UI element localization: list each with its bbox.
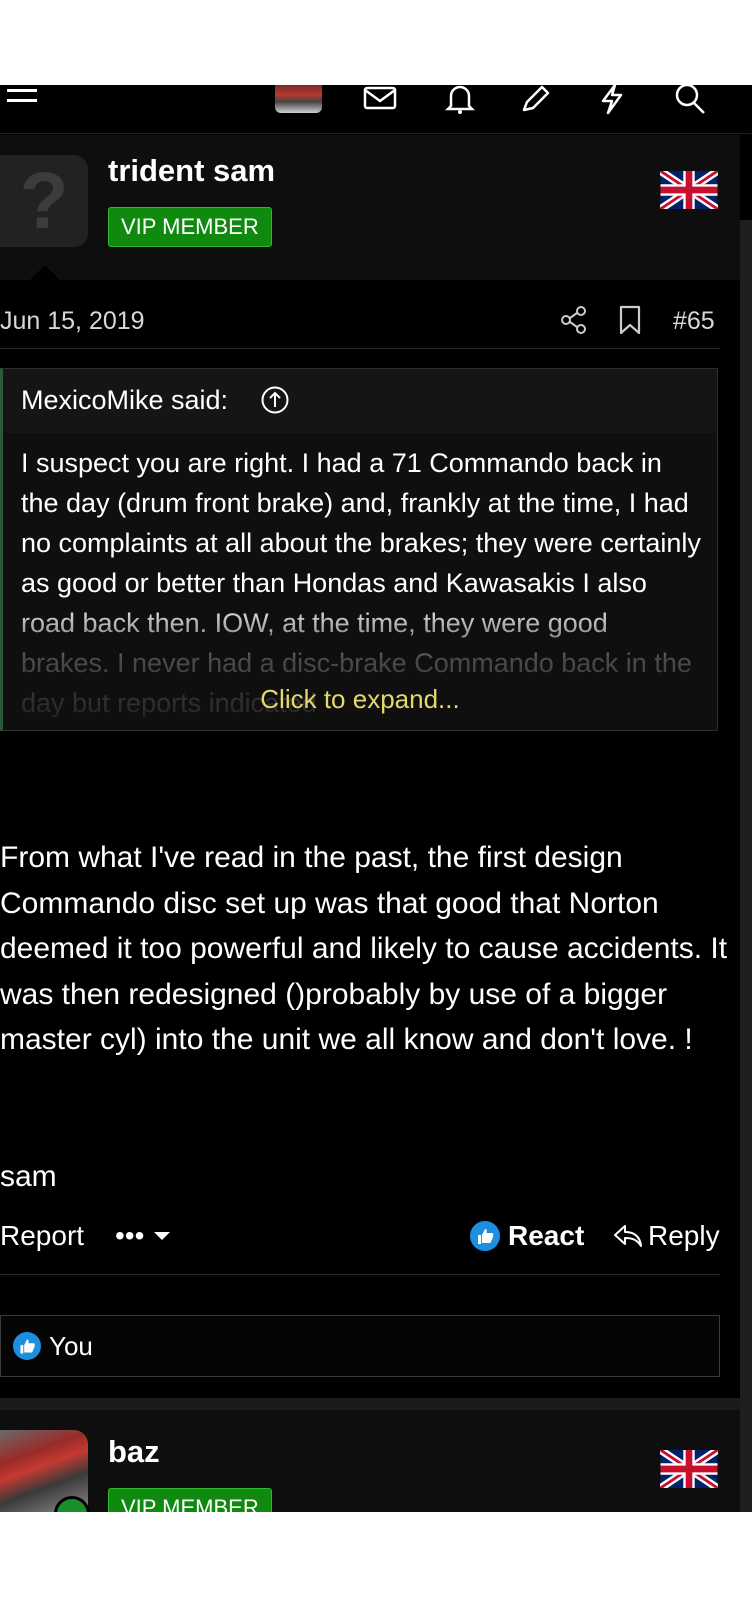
post-header: ? trident sam VIP MEMBER [0,135,740,280]
thumbs-up-icon [13,1332,41,1360]
reactions-bar[interactable]: You [0,1315,720,1377]
next-post-header: baz VIP MEMBER [0,1410,740,1512]
reactions-text: You [49,1330,93,1361]
search-icon[interactable] [670,85,710,121]
avatar[interactable]: ? [0,155,88,247]
share-icon[interactable] [560,305,588,335]
reply-button[interactable]: Reply [612,1220,720,1252]
reply-arrow-icon [614,1225,642,1247]
avatar-pointer [30,265,60,280]
quote-author[interactable]: MexicoMike said: [21,385,228,416]
report-label: Report [0,1220,85,1251]
uk-flag-icon [660,1450,718,1488]
more-options-button[interactable]: ••• [115,1220,172,1252]
quote-block: MexicoMike said: I suspect you are right… [0,368,718,731]
divider [0,348,720,349]
envelope-icon[interactable] [360,85,400,121]
reply-label: Reply [648,1220,720,1251]
username[interactable]: baz [108,1434,160,1470]
post-number[interactable]: #65 [673,307,715,336]
jump-to-quote-icon[interactable] [260,385,290,415]
bookmark-icon[interactable] [618,305,642,335]
menu-icon[interactable] [2,85,42,121]
divider [0,1274,720,1275]
bell-icon[interactable] [440,85,480,121]
pencil-icon[interactable] [515,85,555,121]
member-badge: VIP MEMBER [108,1488,272,1512]
post-separator [0,1398,740,1410]
post-signature: sam [0,1160,57,1193]
thumbs-up-icon [470,1221,500,1251]
uk-flag-icon [660,171,718,209]
post-body: From what I've read in the past, the fir… [0,841,728,1056]
expand-quote-link[interactable]: Click to expand... [3,684,717,715]
react-label: React [508,1220,585,1251]
user-avatar-thumbnail[interactable] [275,85,322,113]
username[interactable]: trident sam [108,153,275,189]
report-button[interactable]: Report [0,1220,84,1252]
react-button[interactable]: React [470,1220,584,1252]
top-nav-bar [0,85,752,134]
member-badge: VIP MEMBER [108,207,272,247]
app-viewport: ? trident sam VIP MEMBER Jun 15, 2019 #6… [0,85,752,1512]
caret-down-icon [154,1232,171,1240]
more-label: ••• [115,1220,145,1251]
lightning-icon[interactable] [592,85,632,121]
post-date[interactable]: Jun 15, 2019 [0,307,145,336]
scrollbar[interactable] [740,220,752,1512]
quote-header: MexicoMike said: [3,369,717,433]
